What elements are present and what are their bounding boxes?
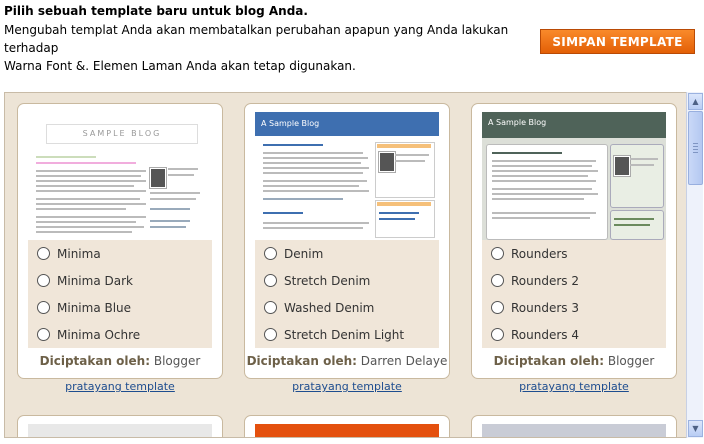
preview-template-link[interactable]: pratayang template: [471, 380, 677, 393]
option-label: Minima Ochre: [57, 327, 141, 342]
radio-button-icon[interactable]: [264, 301, 277, 314]
option-minima-blue[interactable]: Minima Blue: [28, 294, 212, 321]
credit-label: Diciptakan oleh:: [246, 354, 357, 368]
intro-title: Pilih sebuah template baru untuk blog An…: [4, 4, 308, 18]
save-template-button[interactable]: SIMPAN TEMPLATE: [540, 29, 695, 54]
template-thumbnail-rounders[interactable]: A Sample Blog: [482, 112, 666, 240]
preview-template-link[interactable]: pratayang template: [244, 380, 450, 393]
template-card-partial: [244, 415, 450, 437]
template-credit: Diciptakan oleh: Blogger: [18, 354, 222, 368]
template-card-denim: A Sample Blog Denim Stretch Denim Washed…: [244, 103, 450, 379]
template-options-rounders: Rounders Rounders 2 Rounders 3 Rounders …: [482, 240, 666, 348]
radio-button-icon[interactable]: [37, 328, 50, 341]
intro-line-2: Warna Font &. Elemen Laman Anda akan tet…: [4, 59, 356, 73]
radio-button-icon[interactable]: [37, 247, 50, 260]
option-rounders-4[interactable]: Rounders 4: [482, 321, 666, 348]
option-label: Rounders 2: [511, 273, 579, 288]
option-label: Minima Blue: [57, 300, 132, 315]
option-stretch-denim-light[interactable]: Stretch Denim Light: [255, 321, 439, 348]
option-rounders-3[interactable]: Rounders 3: [482, 294, 666, 321]
option-label: Minima: [57, 246, 101, 261]
option-label: Stretch Denim: [284, 273, 371, 288]
radio-button-icon[interactable]: [37, 301, 50, 314]
option-denim[interactable]: Denim: [255, 240, 439, 267]
template-options-denim: Denim Stretch Denim Washed Denim Stretch…: [255, 240, 439, 348]
radio-button-icon[interactable]: [37, 274, 50, 287]
option-label: Rounders 3: [511, 300, 579, 315]
intro-text: Mengubah templat Anda akan membatalkan p…: [4, 21, 524, 75]
radio-button-icon[interactable]: [264, 274, 277, 287]
option-stretch-denim[interactable]: Stretch Denim: [255, 267, 439, 294]
option-minima-dark[interactable]: Minima Dark: [28, 267, 212, 294]
template-credit: Diciptakan oleh: Blogger: [472, 354, 676, 368]
credit-author: Blogger: [607, 354, 655, 368]
template-options-minima: Minima Minima Dark Minima Blue Minima Oc…: [28, 240, 212, 348]
option-label: Washed Denim: [284, 300, 375, 315]
preview-template-link[interactable]: pratayang template: [17, 380, 223, 393]
scrollbar-thumb[interactable]: [688, 111, 703, 185]
credit-label: Diciptakan oleh:: [39, 354, 151, 368]
template-thumbnail-denim[interactable]: A Sample Blog: [255, 112, 439, 240]
scroll-down-icon[interactable]: ▼: [688, 420, 703, 437]
intro-line-1: Mengubah templat Anda akan membatalkan p…: [4, 23, 509, 55]
intro: Pilih sebuah template baru untuk blog An…: [4, 3, 524, 75]
thumbnail-blog-title: SAMPLE BLOG: [46, 124, 198, 144]
option-rounders[interactable]: Rounders: [482, 240, 666, 267]
option-label: Rounders 4: [511, 327, 579, 342]
radio-button-icon[interactable]: [491, 274, 504, 287]
template-credit: Diciptakan oleh: Darren Delaye: [245, 354, 449, 368]
option-minima[interactable]: Minima: [28, 240, 212, 267]
template-gallery: SAMPLE BLOG Minima Minima Dark Minima Bl…: [4, 92, 686, 438]
credit-author: Darren Delaye: [360, 354, 448, 368]
thumbnail-blog-title: A Sample Blog: [255, 112, 439, 136]
option-label: Rounders: [511, 246, 568, 261]
template-thumbnail-partial[interactable]: [482, 424, 666, 437]
thumbnail-blog-title: A Sample Blog: [482, 112, 666, 138]
option-label: Stretch Denim Light: [284, 327, 405, 342]
option-washed-denim[interactable]: Washed Denim: [255, 294, 439, 321]
template-card-minima: SAMPLE BLOG Minima Minima Dark Minima Bl…: [17, 103, 223, 379]
template-thumbnail-partial[interactable]: [255, 424, 439, 437]
option-label: Denim: [284, 246, 324, 261]
vertical-scrollbar[interactable]: ▲ ▼: [686, 92, 703, 438]
radio-button-icon[interactable]: [491, 301, 504, 314]
radio-button-icon[interactable]: [264, 247, 277, 260]
radio-button-icon[interactable]: [491, 247, 504, 260]
template-thumbnail-minima[interactable]: SAMPLE BLOG: [28, 112, 212, 240]
radio-button-icon[interactable]: [491, 328, 504, 341]
option-label: Minima Dark: [57, 273, 133, 288]
template-card-rounders: A Sample Blog Rounders Rounders 2 Rounde…: [471, 103, 677, 379]
credit-author: Blogger: [153, 354, 201, 368]
option-rounders-2[interactable]: Rounders 2: [482, 267, 666, 294]
option-minima-ochre[interactable]: Minima Ochre: [28, 321, 212, 348]
template-card-partial: [471, 415, 677, 437]
credit-label: Diciptakan oleh:: [493, 354, 605, 368]
template-thumbnail-partial[interactable]: [28, 424, 212, 437]
scroll-up-icon[interactable]: ▲: [688, 93, 703, 110]
template-card-partial: [17, 415, 223, 437]
radio-button-icon[interactable]: [264, 328, 277, 341]
